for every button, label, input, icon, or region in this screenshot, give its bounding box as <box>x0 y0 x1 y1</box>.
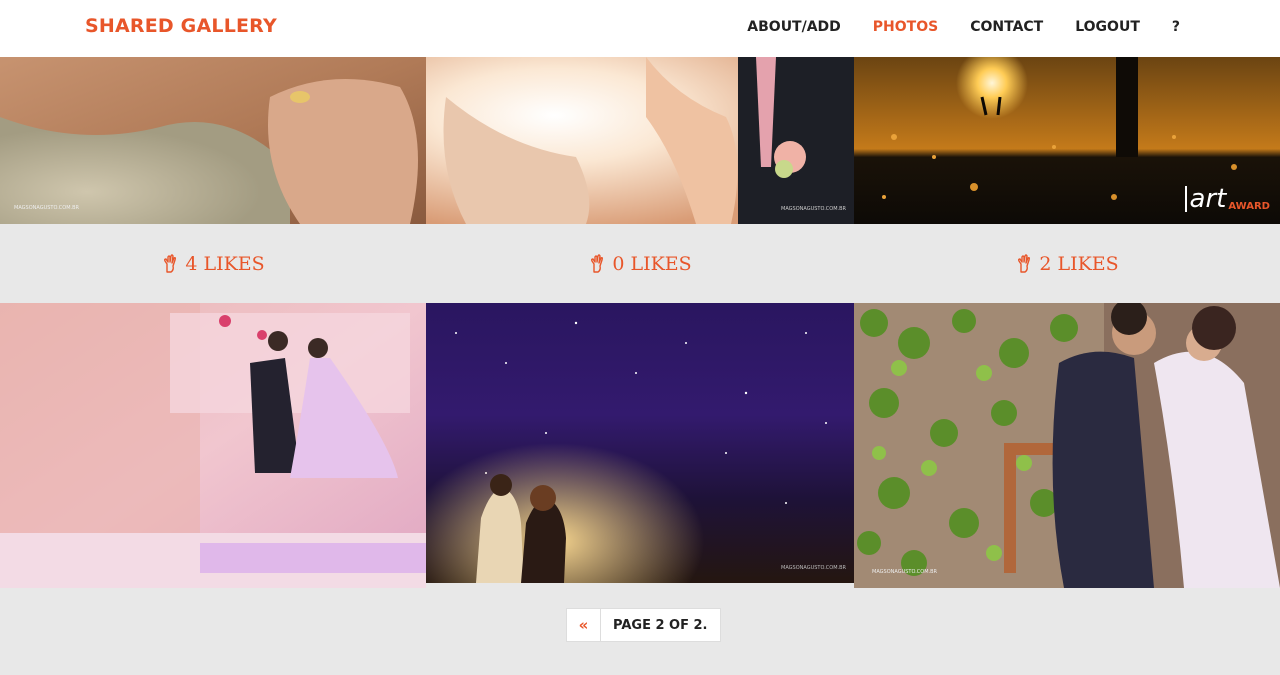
svg-text:MAGSONAGUSTO.COM.BR: MAGSONAGUSTO.COM.BR <box>872 569 938 575</box>
nav-help[interactable]: ? <box>1172 19 1180 35</box>
nav-logout[interactable]: LOGOUT <box>1075 19 1140 35</box>
nav-photos[interactable]: PHOTOS <box>873 19 938 35</box>
hand-icon <box>164 253 177 273</box>
top-navbar: SHARED GALLERY ABOUT/ADD PHOTOS CONTACT … <box>0 0 1280 57</box>
like-button[interactable]: 2 LIKES <box>854 224 1280 303</box>
nav-about-add[interactable]: ABOUT/ADD <box>747 19 841 35</box>
badge-award-text: AWARD <box>1228 201 1270 212</box>
badge-art-text: art <box>1184 186 1226 212</box>
like-button[interactable]: 0 LIKES <box>426 224 854 303</box>
photo-starry-couple[interactable]: MAGSONAGUSTO.COM.BR <box>426 303 854 583</box>
likes-count: 4 LIKES <box>185 252 265 275</box>
hand-icon <box>591 253 604 273</box>
photo-couple-ivy-wall[interactable]: MAGSONAGUSTO.COM.BR <box>854 303 1280 588</box>
page-indicator: PAGE 2 OF 2. <box>613 617 708 633</box>
likes-count: 0 LIKES <box>612 252 692 275</box>
pagination: « PAGE 2 OF 2. <box>566 608 721 642</box>
svg-text:MAGSONAGUSTO.COM.BR: MAGSONAGUSTO.COM.BR <box>781 565 847 571</box>
photo-bride-ring[interactable]: MAGSONAGUSTO.COM.BR <box>0 57 426 224</box>
art-award-badge: art AWARD <box>1184 186 1270 212</box>
photo-sunset-beach[interactable]: art AWARD <box>854 57 1280 224</box>
svg-text:MAGSONAGUSTO.COM.BR: MAGSONAGUSTO.COM.BR <box>781 206 847 212</box>
hand-icon <box>1018 253 1031 273</box>
brand-logo[interactable]: SHARED GALLERY <box>85 15 277 37</box>
svg-text:MAGSONAGUSTO.COM.BR: MAGSONAGUSTO.COM.BR <box>14 205 80 211</box>
previous-page-button[interactable]: « <box>567 609 601 641</box>
photo-pink-ceremony[interactable] <box>0 303 426 588</box>
nav-contact[interactable]: CONTACT <box>970 19 1043 35</box>
like-button[interactable]: 4 LIKES <box>0 224 426 303</box>
likes-row: 4 LIKES 0 LIKES 2 LIKES <box>0 224 1280 303</box>
nav-links: ABOUT/ADD PHOTOS CONTACT LOGOUT ? <box>715 19 1180 35</box>
likes-count: 2 LIKES <box>1039 252 1119 275</box>
photo-couple-hands[interactable]: MAGSONAGUSTO.COM.BR <box>426 57 854 224</box>
